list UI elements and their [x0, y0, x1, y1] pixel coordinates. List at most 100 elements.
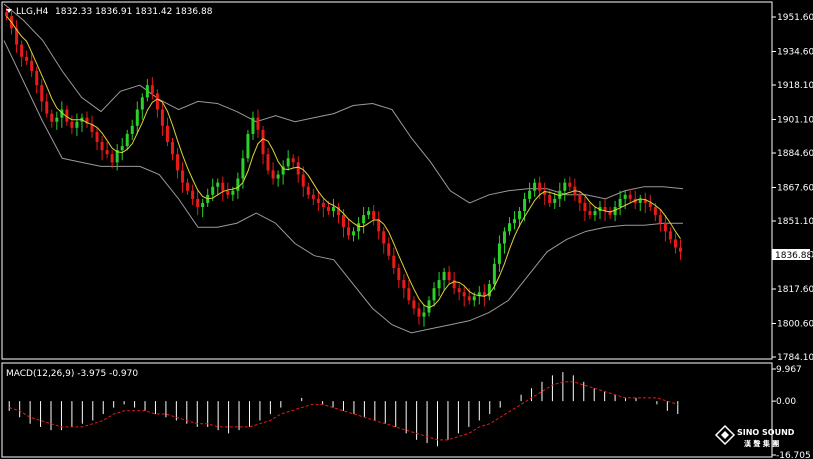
candle-bull	[140, 97, 144, 110]
candle-bear	[50, 113, 54, 122]
candle-bull	[251, 117, 255, 134]
candle-bear	[467, 296, 471, 301]
candle-bear	[588, 211, 592, 216]
candle-bear	[186, 182, 190, 191]
price-tick-label: 1951.60	[777, 13, 813, 23]
candle-bear	[296, 162, 300, 175]
candle-bear	[583, 202, 587, 212]
candle-bull	[145, 85, 149, 98]
candle-bear	[407, 288, 411, 301]
candle-bull	[236, 178, 240, 191]
logo-subtitle: 漢 聲 集 團	[744, 439, 779, 448]
candle-bull	[618, 198, 622, 207]
candle-bear	[678, 247, 682, 252]
candle-bear	[35, 70, 39, 86]
price-tick-label: 1918.10	[777, 81, 813, 91]
candle-bull	[120, 146, 124, 151]
candle-bull	[523, 198, 527, 212]
candle-bull	[553, 198, 557, 203]
candle-bear	[155, 93, 159, 110]
current-price-marker: 1836.88	[772, 249, 812, 261]
candle-bear	[95, 131, 99, 143]
macd-tick-label: 0.00	[776, 397, 796, 407]
candle-bear	[191, 190, 195, 199]
candle-bull	[437, 280, 441, 289]
candle-bear	[548, 194, 552, 203]
candle-bull	[513, 219, 517, 224]
candle-bear	[321, 202, 325, 207]
candle-bear	[45, 101, 49, 114]
candle-bear	[382, 231, 386, 244]
candle-bull	[422, 312, 426, 317]
candle-bear	[412, 300, 416, 309]
candle-bull	[472, 296, 476, 301]
logo-text: SINO SOUND	[737, 428, 795, 437]
candle-bear	[397, 267, 401, 281]
candle-bull	[246, 133, 250, 159]
candle-bear	[30, 60, 34, 71]
candle-bear	[165, 125, 169, 143]
price-panel: 1951.60 1934.60 1918.10 1901.10 1884.60 1867.…	[1, 1, 813, 363]
candle-bull	[362, 215, 366, 224]
price-tick-label: 1800.60	[777, 320, 813, 330]
candle-bear	[462, 292, 466, 297]
candle-bear	[40, 85, 44, 102]
candle-bear	[25, 56, 29, 61]
candle-bear	[568, 182, 572, 187]
candle-bear	[447, 271, 451, 281]
price-tick-label: 1901.10	[777, 116, 813, 126]
candle-bull	[241, 158, 245, 179]
macd-tick-label: 9.967	[776, 365, 802, 375]
candle-bear	[226, 190, 230, 195]
candle-bull	[75, 121, 79, 128]
candle-bear	[663, 223, 667, 232]
candle-bear	[181, 170, 185, 183]
candle-bull	[201, 202, 205, 207]
candle-bull	[231, 190, 235, 195]
candle-bull	[492, 263, 496, 285]
candle-bull	[533, 182, 537, 191]
price-tick-label: 1867.60	[777, 184, 813, 194]
candle-bear	[668, 231, 672, 240]
candle-bear	[457, 288, 461, 293]
candle-bear	[673, 239, 677, 248]
candle-bear	[402, 280, 406, 289]
candle-bear	[176, 154, 180, 171]
candle-bull	[442, 271, 446, 281]
current-price-label: 1836.88	[775, 251, 812, 261]
candle-bear	[392, 255, 396, 268]
candle-bull	[502, 231, 506, 244]
candle-bear	[256, 117, 260, 130]
candle-bear	[110, 154, 114, 163]
candle-bull	[125, 133, 129, 147]
candle-bear	[347, 227, 351, 236]
candle-bull	[497, 243, 501, 264]
candle-bull	[276, 174, 280, 179]
candle-bull	[432, 288, 436, 301]
candle-bear	[301, 174, 305, 187]
candle-bear	[372, 211, 376, 220]
candle-bear	[306, 186, 310, 195]
candle-bull	[518, 211, 522, 220]
candle-bull	[331, 206, 335, 212]
price-tick-label: 1934.60	[777, 47, 813, 57]
candle-bull	[507, 223, 511, 232]
candle-bear	[105, 150, 109, 155]
candle-bull	[623, 194, 627, 199]
chart-canvas: 1951.60 1934.60 1918.10 1901.10 1884.60 1867.…	[1, 1, 813, 459]
candle-bear	[20, 44, 24, 57]
candle-bear	[150, 85, 154, 94]
price-panel-frame	[1, 1, 773, 360]
candle-bull	[563, 182, 567, 191]
candle-bear	[658, 215, 662, 224]
candle-bear	[261, 129, 265, 155]
candle-bull	[130, 125, 134, 134]
symbol-label: LLG,H4	[16, 7, 49, 17]
candle-bear	[271, 170, 275, 179]
chart-header[interactable]: LLG,H4 1832.33 1836.91 1831.42 1836.88	[6, 7, 213, 17]
candle-bull	[286, 158, 290, 167]
price-tick-label: 1784.10	[777, 353, 813, 363]
candle-bear	[628, 194, 632, 199]
price-axis: 1951.60 1934.60 1918.10 1901.10 1884.60 1867.…	[772, 13, 813, 363]
candle-bear	[578, 194, 582, 203]
